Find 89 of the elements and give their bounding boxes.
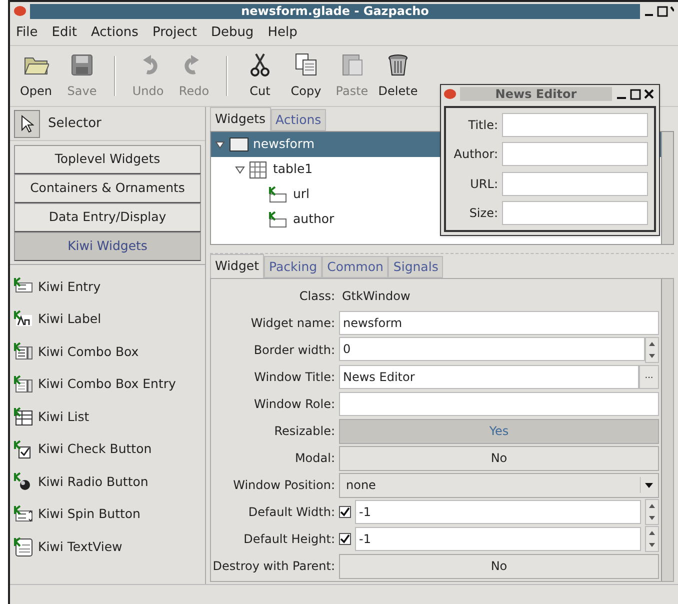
menu-item[interactable]: Help bbox=[268, 22, 298, 42]
property-label: Default Height: bbox=[242, 531, 335, 548]
menu-item[interactable]: Edit bbox=[52, 22, 77, 42]
checkbox[interactable] bbox=[339, 533, 351, 545]
text-field[interactable] bbox=[339, 392, 659, 416]
menu-item[interactable]: Project bbox=[152, 22, 197, 42]
palette-item[interactable]: Kiwi Entry bbox=[14, 271, 201, 304]
palette-item[interactable]: Kiwi Spin Button bbox=[14, 498, 201, 531]
tree-label: url bbox=[293, 185, 310, 204]
toggle-button[interactable]: No bbox=[339, 554, 659, 578]
app-icon bbox=[14, 6, 26, 16]
palette-group-button[interactable]: Kiwi Widgets bbox=[14, 232, 201, 261]
checkbox[interactable] bbox=[339, 506, 351, 518]
palette-item[interactable]: Kiwi Combo Box Entry bbox=[14, 368, 201, 401]
palette-item[interactable]: Kiwi TextView bbox=[14, 531, 201, 564]
property-label: Widget name: bbox=[250, 315, 335, 332]
tree-label: author bbox=[293, 210, 334, 228]
spin-arrows-icon bbox=[645, 337, 659, 363]
property-label: Destroy with Parent: bbox=[212, 558, 335, 575]
spin-field[interactable]: 0 bbox=[339, 337, 645, 361]
window-title: News Editor bbox=[460, 87, 612, 101]
text-field[interactable] bbox=[502, 142, 648, 166]
window-title: newsform.glade - Gazpacho bbox=[30, 4, 640, 18]
text-field[interactable] bbox=[502, 201, 648, 226]
text-field[interactable]: News Editor bbox=[339, 365, 639, 389]
spin-field[interactable]: -1 bbox=[355, 527, 641, 551]
expander-icon bbox=[215, 140, 225, 150]
pointer-icon bbox=[20, 114, 34, 132]
text-view-icon bbox=[14, 537, 34, 558]
palette-group-button[interactable]: Toplevel Widgets bbox=[14, 145, 201, 174]
palette-group-button[interactable]: Data Entry/Display bbox=[14, 203, 201, 232]
dropdown[interactable]: none bbox=[339, 472, 659, 498]
palette-item[interactable]: Kiwi Label bbox=[14, 304, 201, 336]
tab[interactable]: Packing bbox=[264, 256, 322, 278]
tab[interactable]: Widget bbox=[210, 254, 264, 278]
toolbar-button[interactable]: Open bbox=[14, 52, 58, 100]
field-label: Title: bbox=[467, 116, 498, 134]
scrollbar[interactable] bbox=[661, 132, 673, 244]
property-label: Border width: bbox=[252, 342, 335, 359]
menu-item[interactable]: Debug bbox=[210, 22, 254, 42]
toolbar-button[interactable]: Copy bbox=[284, 52, 328, 100]
combo-box-icon bbox=[14, 342, 34, 362]
text-entry-icon bbox=[269, 210, 289, 228]
selector-button[interactable] bbox=[14, 110, 40, 138]
text-field[interactable] bbox=[502, 172, 648, 196]
property-label: Window Position: bbox=[232, 477, 335, 494]
toggle-button[interactable]: No bbox=[339, 446, 659, 470]
toolbar-button[interactable]: Delete bbox=[376, 52, 420, 100]
list-icon bbox=[14, 407, 34, 428]
tree-label: table1 bbox=[273, 160, 313, 178]
property-label: Modal: bbox=[294, 450, 335, 467]
text-field[interactable]: newsform bbox=[339, 311, 659, 335]
spin-arrows-icon bbox=[645, 499, 659, 525]
window-controls-icon bbox=[616, 88, 656, 100]
tab[interactable]: Widgets bbox=[210, 107, 271, 131]
palette-item[interactable]: Kiwi Radio Button bbox=[14, 466, 201, 498]
property-label: Resizable: bbox=[273, 423, 335, 440]
window-controls-icon bbox=[644, 5, 674, 17]
property-label: Default Width: bbox=[247, 504, 335, 521]
table-icon bbox=[249, 160, 269, 178]
palette-item[interactable]: Kiwi List bbox=[14, 401, 201, 434]
toolbar-button[interactable]: Cut bbox=[238, 52, 282, 100]
selector-label: Selector bbox=[48, 114, 102, 133]
expander-icon bbox=[235, 164, 245, 174]
palette-item[interactable]: Kiwi Check Button bbox=[14, 434, 201, 466]
window-icon bbox=[229, 136, 249, 154]
spin-arrows-icon bbox=[645, 526, 659, 552]
tab[interactable]: Actions bbox=[270, 109, 326, 131]
ellipsis-button[interactable]: ... bbox=[639, 365, 659, 389]
property-label: Window Role: bbox=[252, 396, 335, 413]
field-label: Size: bbox=[468, 205, 498, 222]
text-entry-icon bbox=[269, 186, 289, 204]
tree-label: newsform bbox=[253, 135, 314, 154]
property-value: GtkWindow bbox=[341, 288, 412, 305]
text-field[interactable] bbox=[502, 112, 648, 137]
app-icon bbox=[444, 89, 456, 99]
menu-item[interactable]: File bbox=[16, 22, 38, 42]
menu-item[interactable]: Actions bbox=[90, 22, 138, 42]
scrollbar[interactable] bbox=[661, 279, 673, 581]
copy-icon bbox=[293, 52, 319, 78]
field-label: URL: bbox=[469, 176, 498, 193]
property-label: Class: bbox=[298, 288, 335, 305]
palette-item[interactable]: Kiwi Combo Box bbox=[14, 336, 201, 368]
tab[interactable]: Signals bbox=[388, 256, 444, 278]
tab[interactable]: Common bbox=[322, 256, 388, 278]
palette-group-button[interactable]: Containers & Ornaments bbox=[14, 174, 201, 203]
combo-box-entry-icon bbox=[14, 374, 34, 395]
property-label: Window Title: bbox=[253, 369, 335, 386]
spin-field[interactable]: -1 bbox=[355, 500, 641, 524]
